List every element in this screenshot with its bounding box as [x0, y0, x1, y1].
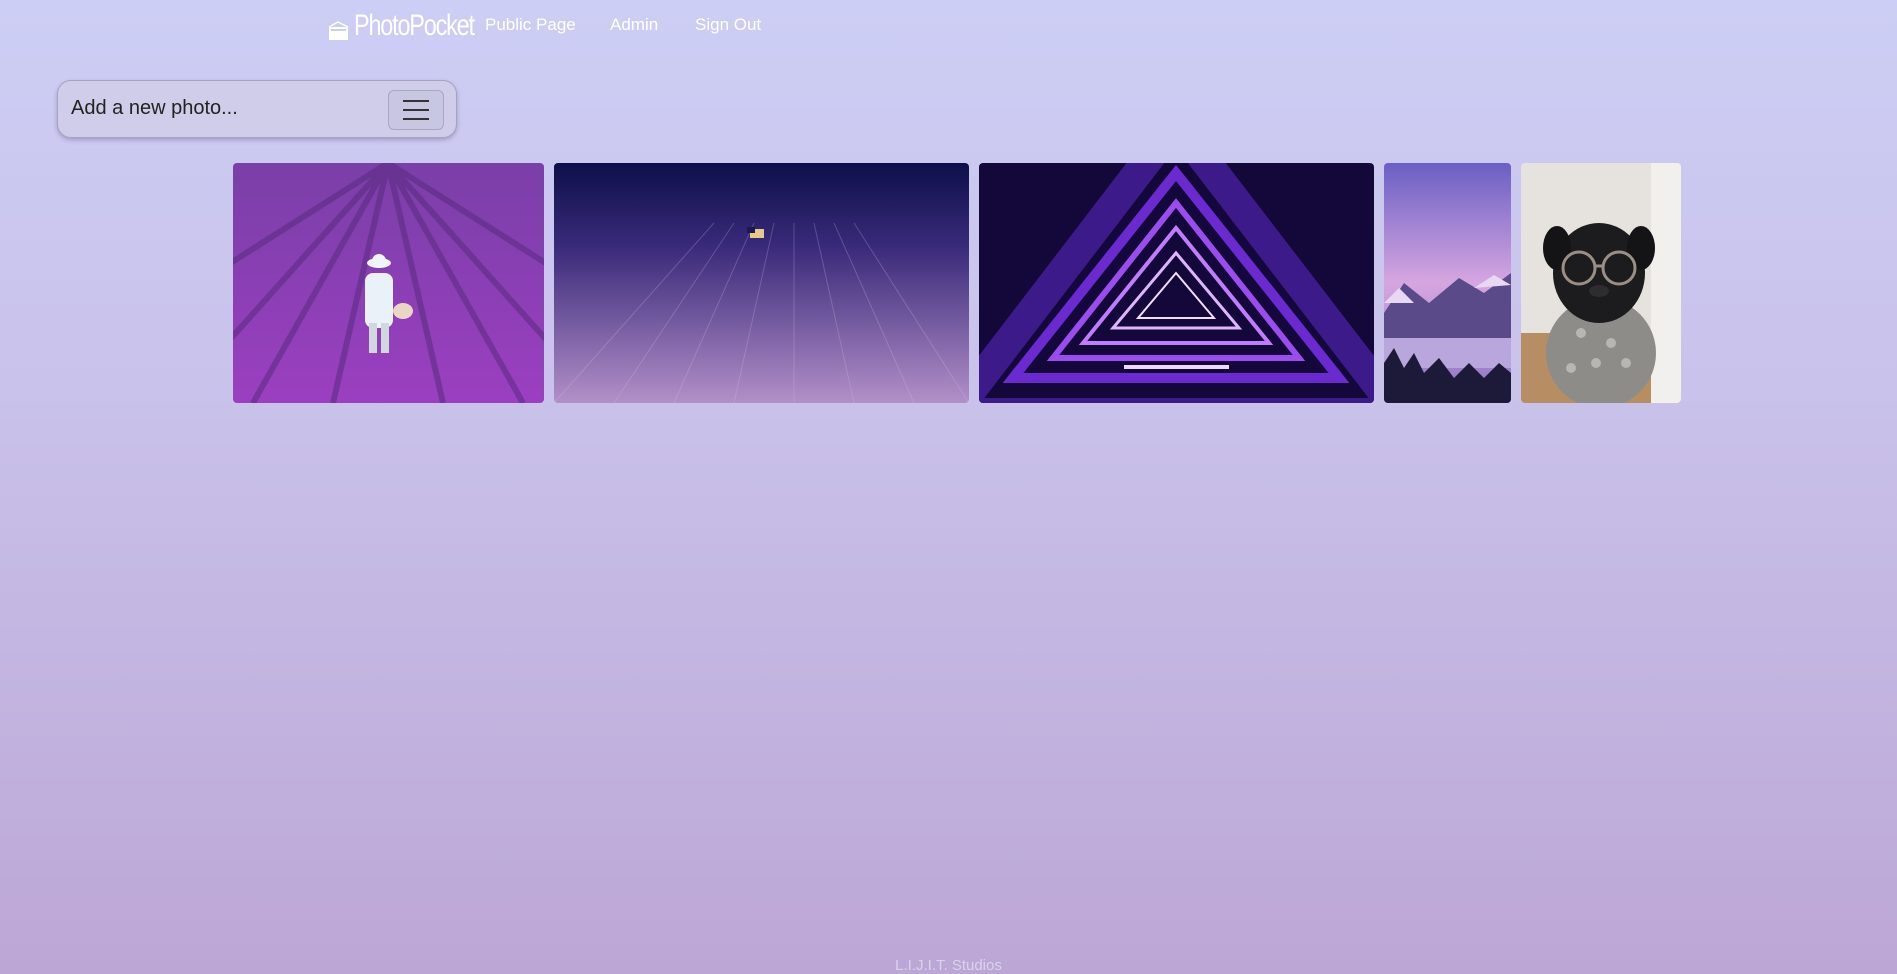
photo-thumbnail[interactable] [1521, 163, 1681, 403]
photo-thumbnail[interactable] [1384, 163, 1511, 403]
aerial-lavender-image [554, 163, 969, 403]
hamburger-menu-button[interactable] [388, 90, 444, 130]
navbar: PhotoPocket Public Page Admin Sign Out [0, 0, 1897, 52]
hamburger-line [403, 100, 429, 102]
add-photo-bar[interactable]: Add a new photo... [57, 80, 457, 138]
neon-tunnel-image [979, 163, 1374, 403]
brand-logo[interactable]: PhotoPocket [328, 8, 508, 44]
footer-text: L.I.J.I.T. Studios [895, 957, 1002, 974]
hamburger-line [403, 109, 429, 111]
pug-glasses-image [1521, 163, 1681, 403]
hamburger-line [403, 118, 429, 120]
photo-thumbnail[interactable] [554, 163, 969, 403]
brand-name: PhotoPocket [354, 9, 475, 42]
nav-public-page[interactable]: Public Page [485, 15, 576, 35]
nav-sign-out[interactable]: Sign Out [695, 15, 761, 35]
mountain-lake-image [1384, 163, 1511, 403]
envelope-photo-icon [328, 21, 349, 40]
lavender-field-image [233, 163, 544, 403]
photo-thumbnail[interactable] [233, 163, 544, 403]
photo-thumbnail[interactable] [979, 163, 1374, 403]
photo-gallery [0, 163, 1897, 403]
add-photo-label[interactable]: Add a new photo... [71, 97, 238, 120]
nav-admin[interactable]: Admin [610, 15, 658, 35]
